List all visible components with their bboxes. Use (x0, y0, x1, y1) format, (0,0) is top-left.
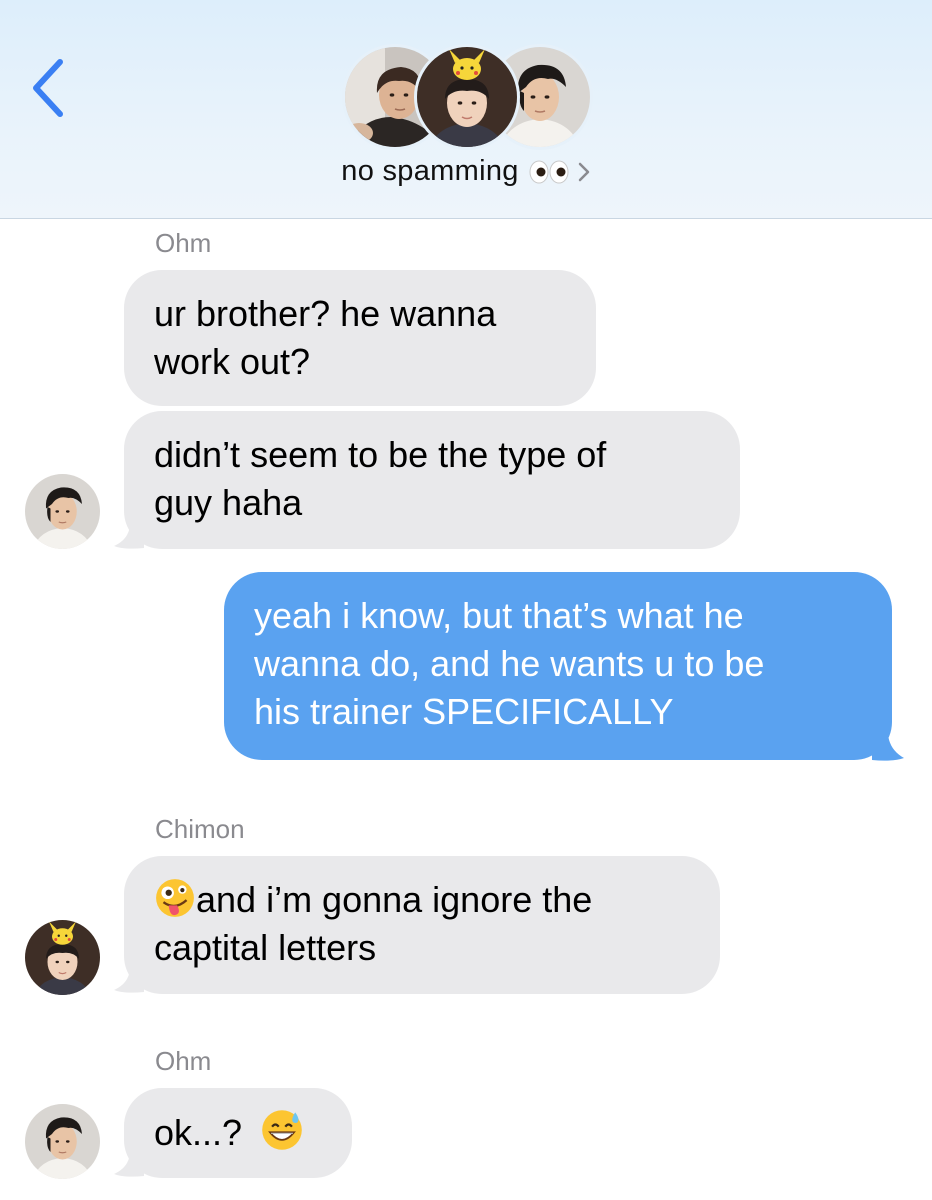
group-avatar-center (414, 44, 520, 150)
message-line-with-emoji: and i’m gonna ignore the (154, 876, 690, 924)
message-bubble-incoming[interactable]: ok...? (124, 1088, 352, 1178)
zany-face-emoji-icon (154, 877, 196, 919)
message-bubble-incoming[interactable]: ur brother? he wanna work out? (124, 270, 596, 406)
sender-avatar[interactable] (25, 1104, 100, 1179)
bubble-tail (114, 962, 144, 993)
message-line: didn’t seem to be the type of (154, 434, 607, 475)
eyes-emoji-icon (529, 160, 569, 184)
message-bubble-incoming[interactable]: and i’m gonna ignore the captital letter… (124, 856, 720, 994)
chevron-left-icon (33, 59, 63, 117)
group-avatars[interactable] (342, 44, 593, 150)
message-line: yeah i know, but that’s what he (254, 595, 744, 636)
message-line: work out? (154, 341, 311, 382)
message-text: ok...? (154, 1112, 243, 1153)
message-bubble-incoming[interactable]: didn’t seem to be the type of guy haha (124, 411, 740, 549)
message-line: wanna do, and he wants u to be (254, 643, 765, 684)
bubble-tail (872, 726, 904, 761)
message-line: and i’m gonna ignore the (196, 879, 593, 920)
sender-name: Chimon (155, 814, 245, 844)
sender-avatar[interactable] (25, 474, 100, 549)
message-line: captital letters (154, 927, 377, 968)
sender-avatar[interactable] (25, 920, 100, 995)
group-name-button[interactable]: no spamming (0, 155, 932, 188)
message-line: ur brother? he wanna (154, 293, 497, 334)
sender-name: Ohm (155, 1046, 212, 1076)
conversation-header: no spamming (0, 0, 932, 219)
message-line: guy haha (154, 482, 303, 523)
grinning-sweat-emoji-icon (260, 1108, 304, 1152)
back-button[interactable] (26, 58, 70, 118)
message-bubble-outgoing[interactable]: yeah i know, but that’s what he wanna do… (224, 572, 892, 760)
group-name: no spamming (341, 155, 519, 187)
bubble-tail (114, 1146, 144, 1177)
message-line: his trainer SPECIFICALLY (254, 691, 674, 732)
sender-name: Ohm (155, 228, 212, 258)
bubble-tail (114, 518, 144, 549)
chevron-right-icon (578, 163, 589, 182)
